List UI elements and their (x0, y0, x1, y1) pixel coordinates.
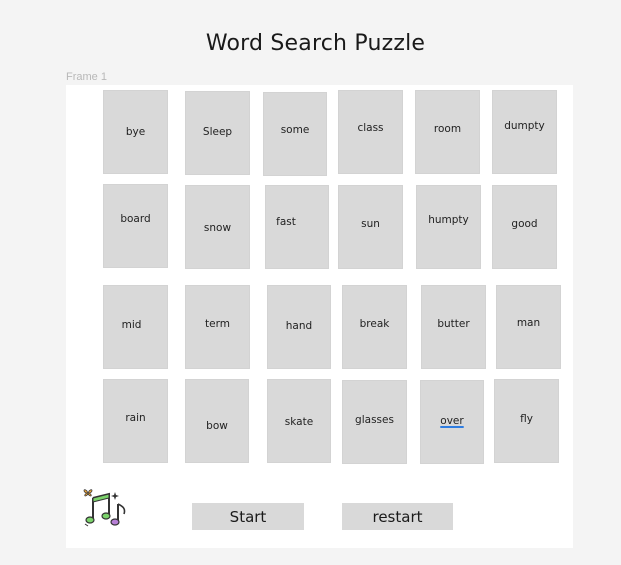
word-tile[interactable]: dumpty (492, 90, 557, 174)
word-tile[interactable]: term (185, 285, 250, 369)
page-title: Word Search Puzzle (205, 31, 426, 56)
tile-word: board (120, 213, 151, 225)
tile-word: term (205, 318, 230, 330)
tile-word: dumpty (504, 120, 545, 132)
word-tile[interactable]: mid (103, 285, 168, 369)
butterfly-icon (83, 489, 93, 497)
tile-word: rain (125, 412, 146, 424)
word-tile[interactable]: rain (103, 379, 168, 463)
word-tile[interactable]: hand (267, 285, 331, 369)
tile-word: room (433, 123, 462, 135)
tile-word: snow (203, 222, 232, 234)
tile-word: fast (276, 216, 296, 228)
frame-label: Frame 1 (66, 71, 107, 83)
tile-word: good (511, 218, 538, 230)
word-tile[interactable]: fast (265, 185, 329, 269)
word-tile[interactable]: man (496, 285, 561, 369)
tile-word: butter (437, 318, 470, 330)
word-tile[interactable]: Sleep (185, 91, 250, 175)
tile-word: sun (361, 218, 380, 230)
word-tile[interactable]: sun (338, 185, 403, 269)
music-notes-icon (83, 489, 126, 527)
word-tile[interactable]: some (263, 92, 327, 176)
restart-button[interactable]: restart (342, 503, 453, 530)
word-tile[interactable]: board (103, 184, 168, 268)
tile-word: fly (520, 413, 533, 425)
word-tile[interactable]: class (338, 90, 403, 174)
word-tile[interactable]: glasses (342, 380, 407, 464)
word-tile[interactable]: butter (421, 285, 486, 369)
tile-word: bow (206, 420, 228, 432)
word-tile[interactable]: fly (494, 379, 559, 463)
start-button[interactable]: Start (192, 503, 304, 530)
word-tile[interactable]: skate (267, 379, 331, 463)
tile-word: bye (125, 126, 146, 138)
tile-word: mid (121, 319, 142, 331)
word-tile[interactable]: good (492, 185, 557, 269)
tile-word: hand (285, 320, 313, 332)
puzzle-frame: bye Sleep some class room dumpty board s… (66, 85, 573, 548)
word-tile[interactable]: room (415, 90, 480, 174)
word-tile[interactable]: over (420, 380, 484, 464)
tile-word: glasses (355, 414, 394, 426)
tile-word: skate (284, 416, 314, 428)
tile-word: Sleep (202, 126, 233, 138)
tile-word: some (280, 124, 310, 136)
tile-word: break (359, 318, 390, 330)
tile-word: over (440, 415, 464, 427)
word-tile[interactable]: bye (103, 90, 168, 174)
word-tile[interactable]: break (342, 285, 407, 369)
word-tile[interactable]: snow (185, 185, 250, 269)
tile-word: class (357, 122, 384, 134)
tile-word: humpty (428, 214, 469, 226)
tile-word: man (516, 317, 541, 329)
word-tile[interactable]: humpty (416, 185, 481, 269)
word-tile[interactable]: bow (185, 379, 249, 463)
